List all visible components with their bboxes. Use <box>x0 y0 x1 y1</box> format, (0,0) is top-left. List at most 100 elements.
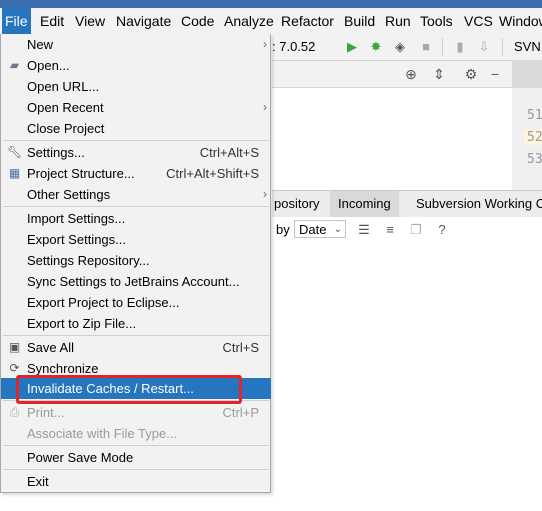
window-title-bar <box>0 0 542 8</box>
menu-item-open-url[interactable]: Open URL... <box>1 76 271 97</box>
menu-item-label: Close Project <box>27 121 105 136</box>
save-icon: ▣ <box>8 340 21 354</box>
vcs-update-icon[interactable]: ▮ <box>452 39 468 55</box>
line-number: 52 <box>524 130 542 145</box>
menu-item-label: Open... <box>27 58 70 73</box>
chevron-right-icon: › <box>263 100 267 114</box>
menu-item-open-recent[interactable]: Open Recent › <box>1 97 271 118</box>
toolbar-separator <box>502 38 503 56</box>
menu-refactor[interactable]: Refactor <box>278 8 337 34</box>
menu-item-settings[interactable]: 🔧︎ Settings... Ctrl+Alt+S <box>1 142 271 163</box>
menu-tools[interactable]: Tools <box>417 8 456 34</box>
menu-run[interactable]: Run <box>382 8 414 34</box>
chevron-right-icon: › <box>263 37 267 51</box>
menu-item-label: Import Settings... <box>27 211 126 226</box>
menu-edit[interactable]: Edit <box>37 8 67 34</box>
menu-item-other-settings[interactable]: Other Settings › <box>1 184 271 205</box>
group-by-dropdown[interactable]: Date ⌄ <box>294 220 346 238</box>
crosshair-icon[interactable]: ⊕ <box>402 65 420 83</box>
coverage-icon[interactable]: ◈ <box>392 39 408 55</box>
menu-item-print[interactable]: ⎙ Print... Ctrl+P <box>1 402 271 423</box>
menu-item-power-save-mode[interactable]: Power Save Mode <box>1 447 271 468</box>
help-icon[interactable]: ? <box>434 221 450 239</box>
menu-separator <box>3 469 269 470</box>
annotation-highlight-box <box>16 375 242 404</box>
menu-analyze[interactable]: Analyze <box>221 8 277 34</box>
menu-file[interactable]: File <box>2 8 31 34</box>
tab-subversion-working-copies[interactable]: Subversion Working C <box>408 191 542 217</box>
copy-icon[interactable]: ❐ <box>408 221 424 239</box>
menu-item-label: Export to Zip File... <box>27 316 137 331</box>
menu-item-export-eclipse[interactable]: Export Project to Eclipse... <box>1 292 271 313</box>
menu-item-exit[interactable]: Exit <box>1 471 271 492</box>
line-number: 51 <box>527 108 542 123</box>
project-structure-icon: ▦ <box>8 166 21 180</box>
refresh-icon: ⟳ <box>9 361 20 375</box>
menu-item-save-all[interactable]: ▣ Save All Ctrl+S <box>1 337 271 358</box>
shortcut: Ctrl+Alt+S <box>199 145 259 160</box>
shortcut: Ctrl+Alt+Shift+S <box>166 166 259 181</box>
stop-icon[interactable]: ■ <box>418 39 434 55</box>
menu-code[interactable]: Code <box>178 8 217 34</box>
menu-item-label: Associate with File Type... <box>27 426 178 441</box>
menu-item-label: Export Project to Eclipse... <box>27 295 180 310</box>
tab-repository[interactable]: pository <box>266 191 328 217</box>
menu-item-associate-file-type[interactable]: Associate with File Type... <box>1 423 271 444</box>
menu-item-new[interactable]: New › <box>1 34 271 55</box>
menu-item-label: Settings... <box>27 145 85 160</box>
editor-gutter: 51 52 53 <box>512 88 542 190</box>
menu-item-sync-settings[interactable]: Sync Settings to JetBrains Account... <box>1 271 271 292</box>
collapse-icon[interactable]: ⇕ <box>430 65 448 83</box>
menu-item-label: Other Settings <box>27 187 111 202</box>
main-toolbar: : 7.0.52 ▶ ✸ ◈ ■ ▮ ⇩ SVN: <box>272 34 542 61</box>
menu-item-export-zip[interactable]: Export to Zip File... <box>1 313 271 334</box>
vcs-toolbar: by Date ⌄ ☰ ≡ ❐ ? <box>272 217 542 243</box>
menu-separator <box>3 445 269 446</box>
menu-item-label: Print... <box>27 405 65 420</box>
file-menu-dropdown: New › ▰ Open... Open URL... Open Recent … <box>0 34 271 493</box>
folder-open-icon: ▰ <box>9 58 20 72</box>
menu-item-close-project[interactable]: Close Project <box>1 118 271 139</box>
group-by-label: by <box>276 222 290 237</box>
menu-item-label: Open Recent <box>27 100 104 115</box>
editor-tab[interactable] <box>512 61 542 87</box>
menu-item-label: Open URL... <box>27 79 100 94</box>
menu-item-export-settings[interactable]: Export Settings... <box>1 229 271 250</box>
menu-item-open[interactable]: ▰ Open... <box>1 55 271 76</box>
menu-item-label: Sync Settings to JetBrains Account... <box>27 274 240 289</box>
menu-item-label: Settings Repository... <box>27 253 150 268</box>
menu-item-project-structure[interactable]: ▦ Project Structure... Ctrl+Alt+Shift+S <box>1 163 271 184</box>
group-by-value: Date <box>299 222 327 237</box>
gear-icon[interactable]: ⚙ <box>462 65 480 83</box>
tab-incoming[interactable]: Incoming <box>330 191 399 217</box>
minimize-icon[interactable]: − <box>486 65 504 83</box>
menu-item-label: Export Settings... <box>27 232 126 247</box>
menu-item-import-settings[interactable]: Import Settings... <box>1 208 271 229</box>
menu-item-label: Exit <box>27 474 49 489</box>
menu-item-label: New <box>27 37 54 52</box>
shortcut: Ctrl+P <box>222 405 259 420</box>
chevron-right-icon: › <box>263 187 267 201</box>
collapse-all-icon[interactable]: ≡ <box>382 221 398 239</box>
run-config-selector[interactable]: : 7.0.52 <box>272 34 315 60</box>
shortcut: Ctrl+S <box>222 340 259 355</box>
debug-icon[interactable]: ✸ <box>368 39 384 55</box>
editor-tab-strip: ⊕ ⇕ ⚙ − <box>272 61 542 88</box>
menu-item-settings-repository[interactable]: Settings Repository... <box>1 250 271 271</box>
svn-label: SVN: <box>514 39 542 54</box>
toolbar-separator <box>442 38 443 56</box>
editor-area[interactable] <box>272 88 512 190</box>
vcs-commit-icon[interactable]: ⇩ <box>476 39 492 55</box>
menu-view[interactable]: View <box>72 8 108 34</box>
menu-separator <box>3 140 269 141</box>
menu-navigate[interactable]: Navigate <box>113 8 174 34</box>
menu-vcs[interactable]: VCS <box>461 8 496 34</box>
menu-window[interactable]: Window <box>496 8 542 34</box>
vcs-tab-bar: pository Incoming Subversion Working C <box>272 190 542 218</box>
chevron-down-icon: ⌄ <box>333 224 342 235</box>
menu-item-label: Save All <box>27 340 74 355</box>
menu-build[interactable]: Build <box>341 8 378 34</box>
expand-all-icon[interactable]: ☰ <box>356 221 372 239</box>
print-icon: ⎙ <box>9 405 20 419</box>
run-icon[interactable]: ▶ <box>344 39 360 55</box>
